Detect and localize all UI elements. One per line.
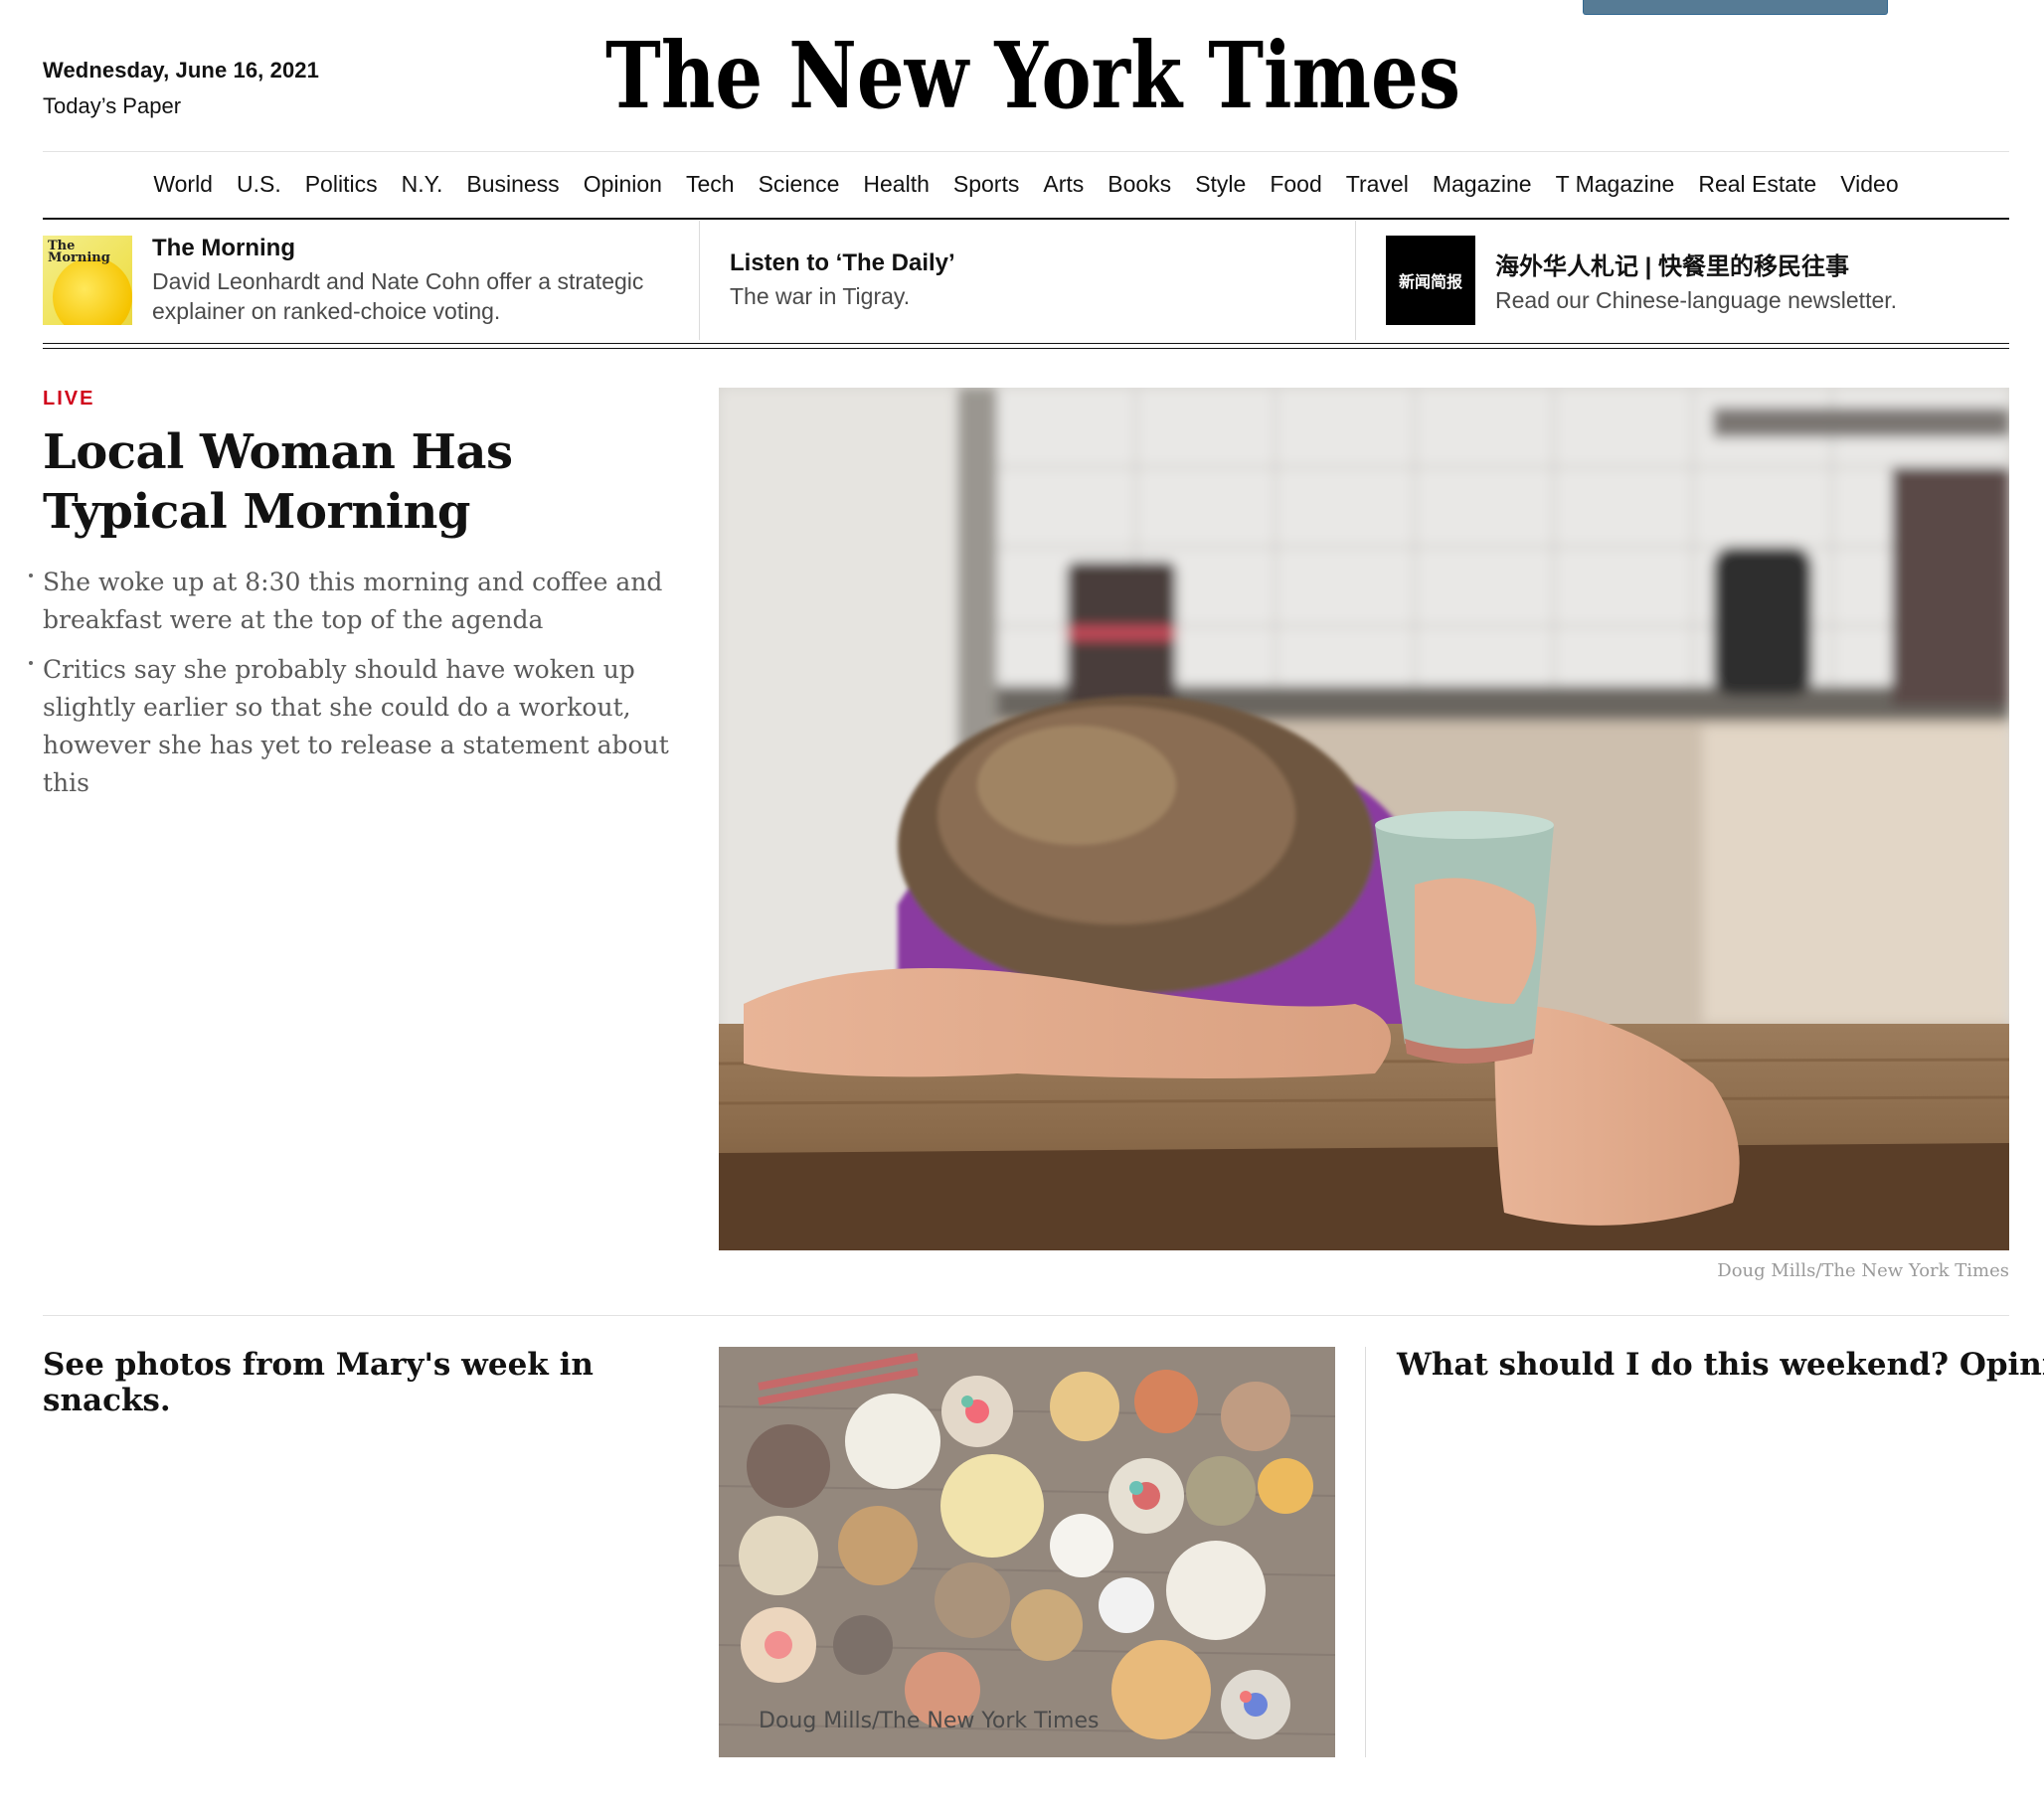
nav-arts[interactable]: Arts bbox=[1031, 171, 1096, 198]
sun-graphic bbox=[53, 257, 132, 325]
nav-politics[interactable]: Politics bbox=[293, 171, 390, 198]
nav-health[interactable]: Health bbox=[851, 171, 940, 198]
logo-image: The New York Times bbox=[605, 22, 1460, 129]
nav-books[interactable]: Books bbox=[1096, 171, 1183, 198]
snacks-photo[interactable]: Doug Mills/The New York Times bbox=[719, 1347, 1335, 1757]
briefing-title[interactable]: Listen to ‘The Daily’ bbox=[730, 249, 955, 277]
briefings-rule-top bbox=[43, 343, 2009, 344]
section-divider bbox=[43, 1315, 2009, 1316]
column-divider bbox=[1365, 1347, 1366, 1757]
nav-bottom-rule bbox=[43, 218, 2009, 220]
lead-headline[interactable]: Local Woman Has Typical Morning bbox=[43, 422, 699, 542]
lead-photo[interactable] bbox=[719, 388, 2009, 1250]
logo-text: The New York Times bbox=[605, 22, 1460, 129]
briefing-title[interactable]: 海外华人札记 | 快餐里的移民往事 bbox=[1495, 247, 1897, 281]
snacks-photo-credit: Doug Mills/The New York Times bbox=[759, 1709, 1100, 1733]
snacks-photo-image bbox=[719, 1347, 1335, 1757]
nav-sports[interactable]: Sports bbox=[941, 171, 1031, 198]
subscribe-button[interactable] bbox=[1583, 0, 1888, 15]
nav-travel[interactable]: Travel bbox=[1334, 171, 1421, 198]
lead-story: LIVE Local Woman Has Typical Morning She… bbox=[29, 388, 699, 814]
lead-photo-image bbox=[719, 388, 2009, 1250]
live-label: LIVE bbox=[43, 388, 95, 410]
nav-us[interactable]: U.S. bbox=[225, 171, 293, 198]
briefing-subtitle[interactable]: Read our Chinese-language newsletter. bbox=[1495, 285, 1897, 315]
nav-video[interactable]: Video bbox=[1828, 171, 1910, 198]
briefings-rule-bottom bbox=[43, 348, 2009, 349]
nav-t-magazine[interactable]: T Magazine bbox=[1544, 171, 1687, 198]
nav-ny[interactable]: N.Y. bbox=[390, 171, 455, 198]
nav-food[interactable]: Food bbox=[1258, 171, 1333, 198]
nav-magazine[interactable]: Magazine bbox=[1421, 171, 1544, 198]
briefing-chinese-newsletter[interactable]: 新闻简报 海外华人札记 | 快餐里的移民往事 Read our Chinese-… bbox=[1355, 221, 2009, 340]
chinese-newsletter-thumbnail: 新闻简报 bbox=[1386, 236, 1475, 325]
nav-tech[interactable]: Tech bbox=[674, 171, 747, 198]
nav-style[interactable]: Style bbox=[1183, 171, 1258, 198]
lead-summary: She woke up at 8:30 this morning and cof… bbox=[29, 564, 699, 802]
briefings-bar: The Morning The Morning David Leonhardt … bbox=[43, 221, 2009, 340]
masthead-logo[interactable]: The New York Times bbox=[596, 10, 1470, 139]
nav-opinion[interactable]: Opinion bbox=[572, 171, 674, 198]
nav-world[interactable]: World bbox=[141, 171, 225, 198]
current-date: Wednesday, June 16, 2021 bbox=[43, 58, 319, 82]
thumbnail-wordmark: The Morning bbox=[48, 239, 110, 265]
briefing-subtitle[interactable]: David Leonhardt and Nate Cohn offer a st… bbox=[152, 266, 669, 326]
nav-science[interactable]: Science bbox=[747, 171, 852, 198]
nav-real-estate[interactable]: Real Estate bbox=[1686, 171, 1828, 198]
summary-bullet[interactable]: Critics say she probably should have wok… bbox=[29, 651, 699, 802]
lead-photo-credit: Doug Mills/The New York Times bbox=[1717, 1260, 2009, 1281]
briefing-the-daily[interactable]: Listen to ‘The Daily’ The war in Tigray. bbox=[699, 221, 1355, 340]
briefing-subtitle[interactable]: The war in Tigray. bbox=[730, 281, 955, 311]
summary-bullet[interactable]: She woke up at 8:30 this morning and cof… bbox=[29, 564, 699, 639]
dateline: Wednesday, June 16, 2021 Today’s Paper bbox=[43, 58, 319, 119]
opinion-story-headline[interactable]: What should I do this weekend? Opinion bbox=[1397, 1347, 2044, 1383]
snacks-story-headline[interactable]: See photos from Mary's week in snacks. bbox=[43, 1347, 679, 1418]
section-nav: World U.S. Politics N.Y. Business Opinio… bbox=[43, 151, 2009, 217]
nav-business[interactable]: Business bbox=[454, 171, 571, 198]
briefing-the-morning[interactable]: The Morning The Morning David Leonhardt … bbox=[43, 221, 699, 340]
briefing-title[interactable]: The Morning bbox=[152, 235, 669, 262]
the-morning-thumbnail: The Morning bbox=[43, 236, 132, 325]
todays-paper-link[interactable]: Today’s Paper bbox=[43, 93, 319, 119]
